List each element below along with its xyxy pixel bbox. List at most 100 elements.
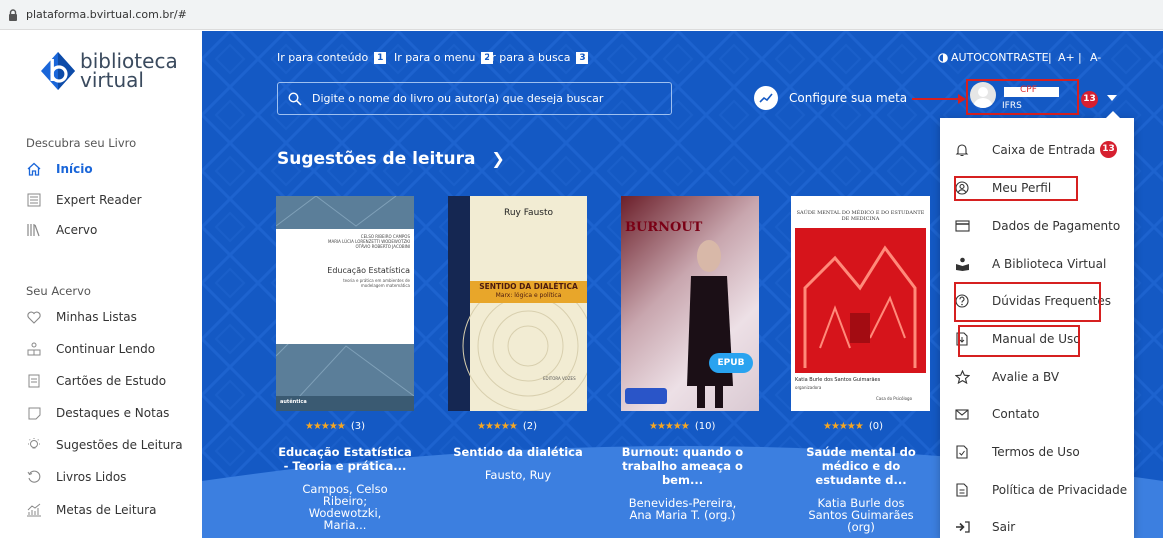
sidebar: biblioteca virtual Descubra seu Livro In… [0, 31, 202, 538]
sidebar-item-livros-lidos[interactable]: Livros Lidos [26, 467, 126, 487]
book-title-4[interactable]: Saúde mental do médico e do estudante d.… [791, 445, 931, 487]
menu-item-label: Política de Privacidade [992, 483, 1128, 497]
menu-item-a-biblioteca-virtual[interactable]: A Biblioteca Virtual [954, 254, 1106, 274]
book-rating-1: ★★★★★ (3) [305, 421, 365, 432]
sidebar-item-expert-reader[interactable]: Expert Reader [26, 190, 142, 210]
sidebar-item-destaques-e-notas[interactable]: Destaques e Notas [26, 403, 169, 423]
user-dropdown-menu: Caixa de Entrada 13 Meu Perfil Dados de … [940, 111, 1134, 538]
home-icon [26, 161, 42, 177]
book-cover-2[interactable]: Ruy Fausto SENTIDO DA DIALÉTICA Marx: ló… [448, 196, 587, 411]
book-author-2: Fausto, Ruy [484, 468, 552, 482]
notification-badge[interactable]: 13 [1081, 91, 1098, 108]
sidebar-item-acervo[interactable]: Acervo [26, 220, 97, 240]
font-decrease-button[interactable]: A- [1090, 51, 1101, 64]
configure-goal-label: Configure sua meta [789, 91, 908, 105]
section-seu-acervo: Seu Acervo [26, 284, 91, 298]
inbox-badge: 13 [1100, 141, 1117, 158]
user-menu-annotation-box [966, 79, 1079, 115]
search-placeholder: Digite o nome do livro ou autor(a) que d… [312, 92, 604, 105]
rating-count: (0) [868, 421, 883, 432]
annotation-arrow [912, 98, 962, 100]
skip-label: Ir para conteúdo [277, 51, 369, 64]
menu-item-termos-de-uso[interactable]: Termos de Uso [954, 442, 1080, 462]
rating-stars: ★★★★★ [823, 421, 864, 432]
menu-item-label: Sair [992, 520, 1016, 534]
list-icon [26, 192, 42, 208]
goal-icon [754, 86, 778, 110]
reader-icon [26, 341, 42, 357]
terms-icon [954, 444, 970, 460]
autocontrast-button[interactable]: AUTOCONTRASTE [938, 51, 1049, 64]
chart-icon [26, 502, 42, 518]
cover-publisher: EDITORA VOZES [543, 376, 576, 381]
book-cover-3[interactable]: BURNOUT EPUB [621, 196, 759, 411]
cover-publisher: autêntica [280, 399, 307, 405]
skip-label: Ir para o menu [394, 51, 476, 64]
sidebar-item-label: Sugestões de Leitura [56, 438, 183, 452]
section-title[interactable]: Sugestões de leitura ❯ [277, 149, 505, 169]
skip-label: Ir para a busca [488, 51, 571, 64]
menu-item-caixa-de-entrada[interactable]: Caixa de Entrada [954, 140, 1095, 160]
sidebar-item-minhas-listas[interactable]: Minhas Listas [26, 307, 137, 327]
cover-publisher: Casa do Psicólogo [876, 396, 913, 401]
sidebar-item-label: Metas de Leitura [56, 503, 157, 517]
search-input[interactable]: Digite o nome do livro ou autor(a) que d… [277, 82, 672, 115]
sidebar-item-label: Livros Lidos [56, 470, 127, 484]
sidebar-item-inicio[interactable]: Início [26, 159, 93, 179]
menu-item-contato[interactable]: Contato [954, 404, 1039, 424]
logo[interactable]: biblioteca virtual [40, 51, 178, 91]
menu-item-dados-de-pagamento[interactable]: Dados de Pagamento [954, 216, 1120, 236]
cover-title: BURNOUT [625, 220, 703, 235]
chevron-right-icon: ❯ [491, 149, 505, 168]
cover-artwork [795, 228, 926, 373]
book-rating-3: ★★★★★ (10) [649, 421, 715, 432]
rating-count: (3) [350, 421, 365, 432]
history-icon [26, 469, 42, 485]
book-cover-4[interactable]: SAÚDE MENTAL DO MÉDICO E DO ESTUDANTE DE… [791, 196, 930, 411]
menu-item-politica-de-privacidade[interactable]: Política de Privacidade [954, 480, 1127, 500]
menu-item-label: Contato [992, 407, 1040, 421]
configure-goal-button[interactable]: Configure sua meta [754, 86, 907, 110]
annotation-arrowhead [958, 94, 966, 104]
browser-url-bar[interactable]: plataforma.bvirtual.com.br/# [0, 0, 1163, 30]
annotation-box-duvidas [954, 282, 1101, 322]
sidebar-item-label: Início [56, 162, 93, 176]
book-title-1[interactable]: Educação Estatística - Teoria e prática.… [275, 445, 415, 473]
font-increase-button[interactable]: A+ [1058, 51, 1075, 64]
cover-subtitle: teoria e prática em ambientes de modelag… [343, 278, 410, 288]
skip-key: 1 [374, 51, 387, 64]
menu-item-sair[interactable]: Sair [954, 517, 1015, 537]
section-discover: Descubra seu Livro [26, 136, 137, 150]
mail-icon [954, 406, 970, 422]
lock-icon [8, 8, 20, 21]
user-menu-caret-icon[interactable] [1107, 95, 1117, 101]
card-icon [26, 373, 42, 389]
sidebar-item-label: Acervo [56, 223, 98, 237]
sidebar-item-sugestoes-de-leitura[interactable]: Sugestões de Leitura [26, 435, 183, 455]
annotation-box-meu-perfil [954, 176, 1078, 201]
skip-key: 3 [576, 51, 589, 64]
skip-to-menu-link[interactable]: Ir para o menu 2 [394, 51, 494, 64]
cover-author: Katia Burle dos Santos Guimarães [795, 377, 881, 383]
menu-item-avalie-a-bv[interactable]: Avalie a BV [954, 367, 1059, 387]
sidebar-item-metas-de-leitura[interactable]: Metas de Leitura [26, 500, 156, 520]
search-icon [288, 91, 302, 106]
sidebar-item-continuar-lendo[interactable]: Continuar Lendo [26, 339, 155, 359]
book-rating-4: ★★★★★ (0) [823, 421, 883, 432]
book-cover-1[interactable]: CELSO RIBEIRO CAMPOS MARIA LÚCIA LORENZE… [276, 196, 414, 411]
skip-to-content-link[interactable]: Ir para conteúdo 1 [277, 51, 387, 64]
book-title-3[interactable]: Burnout: quando o trabalho ameaça o bem.… [620, 445, 745, 487]
sidebar-item-label: Expert Reader [56, 193, 142, 207]
logo-line2: virtual [80, 68, 144, 92]
sidebar-item-cartoes-de-estudo[interactable]: Cartões de Estudo [26, 371, 166, 391]
sidebar-item-label: Cartões de Estudo [56, 374, 167, 388]
rating-count: (2) [522, 421, 537, 432]
divider: | [1078, 51, 1082, 64]
library-icon [26, 222, 42, 238]
skip-to-search-link[interactable]: Ir para a busca 3 [488, 51, 589, 64]
cover-authors: CELSO RIBEIRO CAMPOS MARIA LÚCIA LORENZE… [328, 234, 410, 249]
book-title-2[interactable]: Sentido da dialética [448, 445, 588, 459]
policy-icon [954, 482, 970, 498]
star-icon [954, 369, 970, 385]
cover-role: organizadora [795, 385, 822, 390]
